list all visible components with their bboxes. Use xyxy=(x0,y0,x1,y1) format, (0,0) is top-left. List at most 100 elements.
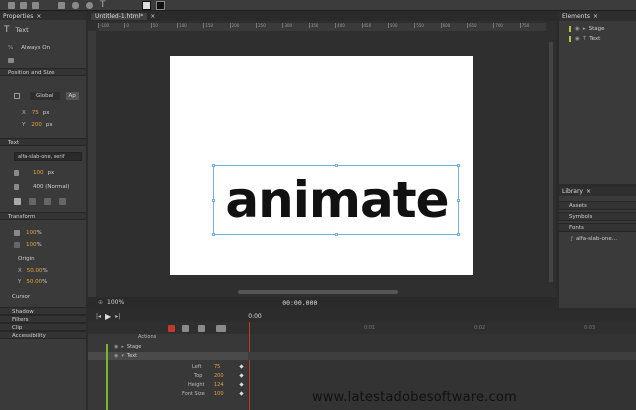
timeline-stage-row[interactable]: ◉ ▸ Stage xyxy=(88,343,248,351)
prop-height-row[interactable]: Height 124 xyxy=(88,382,248,390)
align-right-icon[interactable] xyxy=(44,198,51,205)
align-left-icon[interactable] xyxy=(14,198,21,205)
prop-height-key-icon[interactable] xyxy=(239,382,244,387)
go-start-icon[interactable]: |◂ xyxy=(96,313,101,320)
handle-br[interactable] xyxy=(457,233,460,236)
origin-y-value[interactable]: 50.00 xyxy=(26,279,42,285)
prop-fontsize-key-icon[interactable] xyxy=(239,391,244,396)
select-icon[interactable] xyxy=(8,2,15,9)
text-layer-eye-icon[interactable]: ◉ xyxy=(114,353,118,359)
position-size-section[interactable]: Position and Size xyxy=(0,68,86,76)
stage-text[interactable]: animate xyxy=(214,170,460,230)
ruler-tick xyxy=(361,23,363,28)
library-close-button[interactable]: × xyxy=(586,188,591,195)
properties-close-button[interactable]: × xyxy=(36,13,41,20)
handle-tc[interactable] xyxy=(335,164,338,167)
accessibility-section[interactable]: Accessibility xyxy=(0,331,86,339)
prop-left-value[interactable]: 75 xyxy=(214,364,220,370)
prop-left-row[interactable]: Left 75 xyxy=(88,364,248,372)
fill-color-swatch[interactable] xyxy=(142,1,151,10)
y-value[interactable]: 200 xyxy=(31,122,42,128)
play-icon[interactable]: ▶ xyxy=(105,312,111,321)
x-value[interactable]: 75 xyxy=(32,110,39,116)
auto-keyframe-icon[interactable] xyxy=(182,325,189,332)
library-assets-section[interactable]: Assets xyxy=(559,201,636,210)
text-eye-icon[interactable]: ◉ xyxy=(575,36,580,42)
ellipse-icon[interactable] xyxy=(86,2,93,9)
text-icon[interactable]: T xyxy=(100,0,106,10)
always-on-select[interactable]: Always On xyxy=(21,45,50,51)
playhead[interactable] xyxy=(249,322,250,410)
current-time[interactable]: 00:00.000 xyxy=(282,299,317,307)
prop-top-key-icon[interactable] xyxy=(239,373,244,378)
canvas-v-scrollbar[interactable] xyxy=(549,42,553,282)
prop-height-value[interactable]: 124 xyxy=(214,382,224,388)
library-symbols-section[interactable]: Symbols xyxy=(559,212,636,221)
font-size-value[interactable]: 100 xyxy=(33,170,44,176)
zoom-level[interactable]: 100% xyxy=(107,299,124,306)
document-tab-close[interactable]: × xyxy=(150,13,155,20)
ruler-label: 650 xyxy=(468,23,477,28)
text-section[interactable]: Text xyxy=(0,138,86,146)
pen-icon[interactable] xyxy=(32,2,39,9)
prop-top-row[interactable]: Top 200 xyxy=(88,373,248,381)
rounded-rect-icon[interactable] xyxy=(72,2,79,9)
stage-layer-expand-icon[interactable]: ▸ xyxy=(121,344,124,350)
ruler-tick xyxy=(150,23,152,28)
elements-close-button[interactable]: × xyxy=(593,13,598,20)
scale-x-value[interactable]: 100 xyxy=(26,230,37,236)
rect-icon[interactable] xyxy=(58,2,65,9)
font-family-value: alfa-slab-one, serif xyxy=(18,154,65,160)
library-fonts-section[interactable]: Fonts xyxy=(559,223,636,232)
clip-section[interactable]: Clip xyxy=(0,323,86,331)
transform-section[interactable]: Transform xyxy=(0,212,86,220)
global-toggle[interactable]: Global xyxy=(30,92,60,100)
elements-text-row[interactable]: ◉ T Text xyxy=(569,36,600,42)
go-end-icon[interactable]: ▸| xyxy=(115,313,120,320)
always-on-row[interactable]: % Always On xyxy=(8,45,50,51)
align-center-icon[interactable] xyxy=(29,198,36,205)
expand-icon[interactable]: ▸ xyxy=(583,26,586,32)
link-scale-icon[interactable] xyxy=(14,242,20,248)
transform-icon[interactable] xyxy=(20,2,27,9)
timeline-text-row[interactable]: ◉ ▾ Text xyxy=(88,352,248,360)
align-justify-icon[interactable] xyxy=(59,198,66,205)
text-layer-expand-icon[interactable]: ▾ xyxy=(121,353,124,359)
shadow-section[interactable]: Shadow xyxy=(0,307,86,315)
overflow-icon[interactable] xyxy=(8,58,14,63)
stroke-color-swatch[interactable] xyxy=(156,1,165,10)
ruler-label: 600 xyxy=(442,23,451,28)
elements-stage-row[interactable]: ◉ ▸ Stage xyxy=(569,26,604,32)
font-size-icon xyxy=(14,170,19,176)
canvas-h-scrollbar[interactable] xyxy=(238,290,398,294)
font-weight-value[interactable]: 400 (Normal) xyxy=(33,184,69,190)
timeline-text-track[interactable] xyxy=(248,352,636,360)
easing-icon[interactable] xyxy=(216,325,226,332)
prop-fontsize-row[interactable]: Font Size 100 xyxy=(88,391,248,399)
library-font-item[interactable]: ƒ alfa-slab-one... xyxy=(571,236,617,242)
handle-tr[interactable] xyxy=(457,164,460,167)
text-element-selection[interactable]: animate xyxy=(212,164,460,236)
handle-tl[interactable] xyxy=(212,164,215,167)
font-family-select[interactable]: alfa-slab-one, serif xyxy=(14,152,82,161)
record-icon[interactable] xyxy=(168,325,175,332)
actions-row[interactable]: Actions xyxy=(108,334,156,340)
origin-row: Origin xyxy=(18,256,35,262)
origin-y-unit: % xyxy=(42,279,48,285)
pin-icon[interactable] xyxy=(198,325,205,332)
applied-toggle[interactable]: Ap xyxy=(65,92,79,100)
cursor-section[interactable]: Cursor xyxy=(12,294,30,300)
filters-section[interactable]: Filters xyxy=(0,315,86,323)
prop-left-key-icon[interactable] xyxy=(239,364,244,369)
stage-canvas[interactable]: animate xyxy=(170,56,473,275)
eye-icon[interactable]: ◉ xyxy=(575,26,580,32)
document-tab[interactable]: Untitled-1.html* xyxy=(91,13,148,20)
stage-layer-eye-icon[interactable]: ◉ xyxy=(114,344,118,350)
handle-bc[interactable] xyxy=(335,233,338,236)
handle-bl[interactable] xyxy=(212,233,215,236)
scale-y-value[interactable]: 100 xyxy=(26,242,37,248)
prop-fontsize-value[interactable]: 100 xyxy=(214,391,224,397)
origin-x-value[interactable]: 50.00 xyxy=(27,268,43,274)
prop-top-value[interactable]: 200 xyxy=(214,373,224,379)
font-item-label: alfa-slab-one... xyxy=(575,236,617,242)
